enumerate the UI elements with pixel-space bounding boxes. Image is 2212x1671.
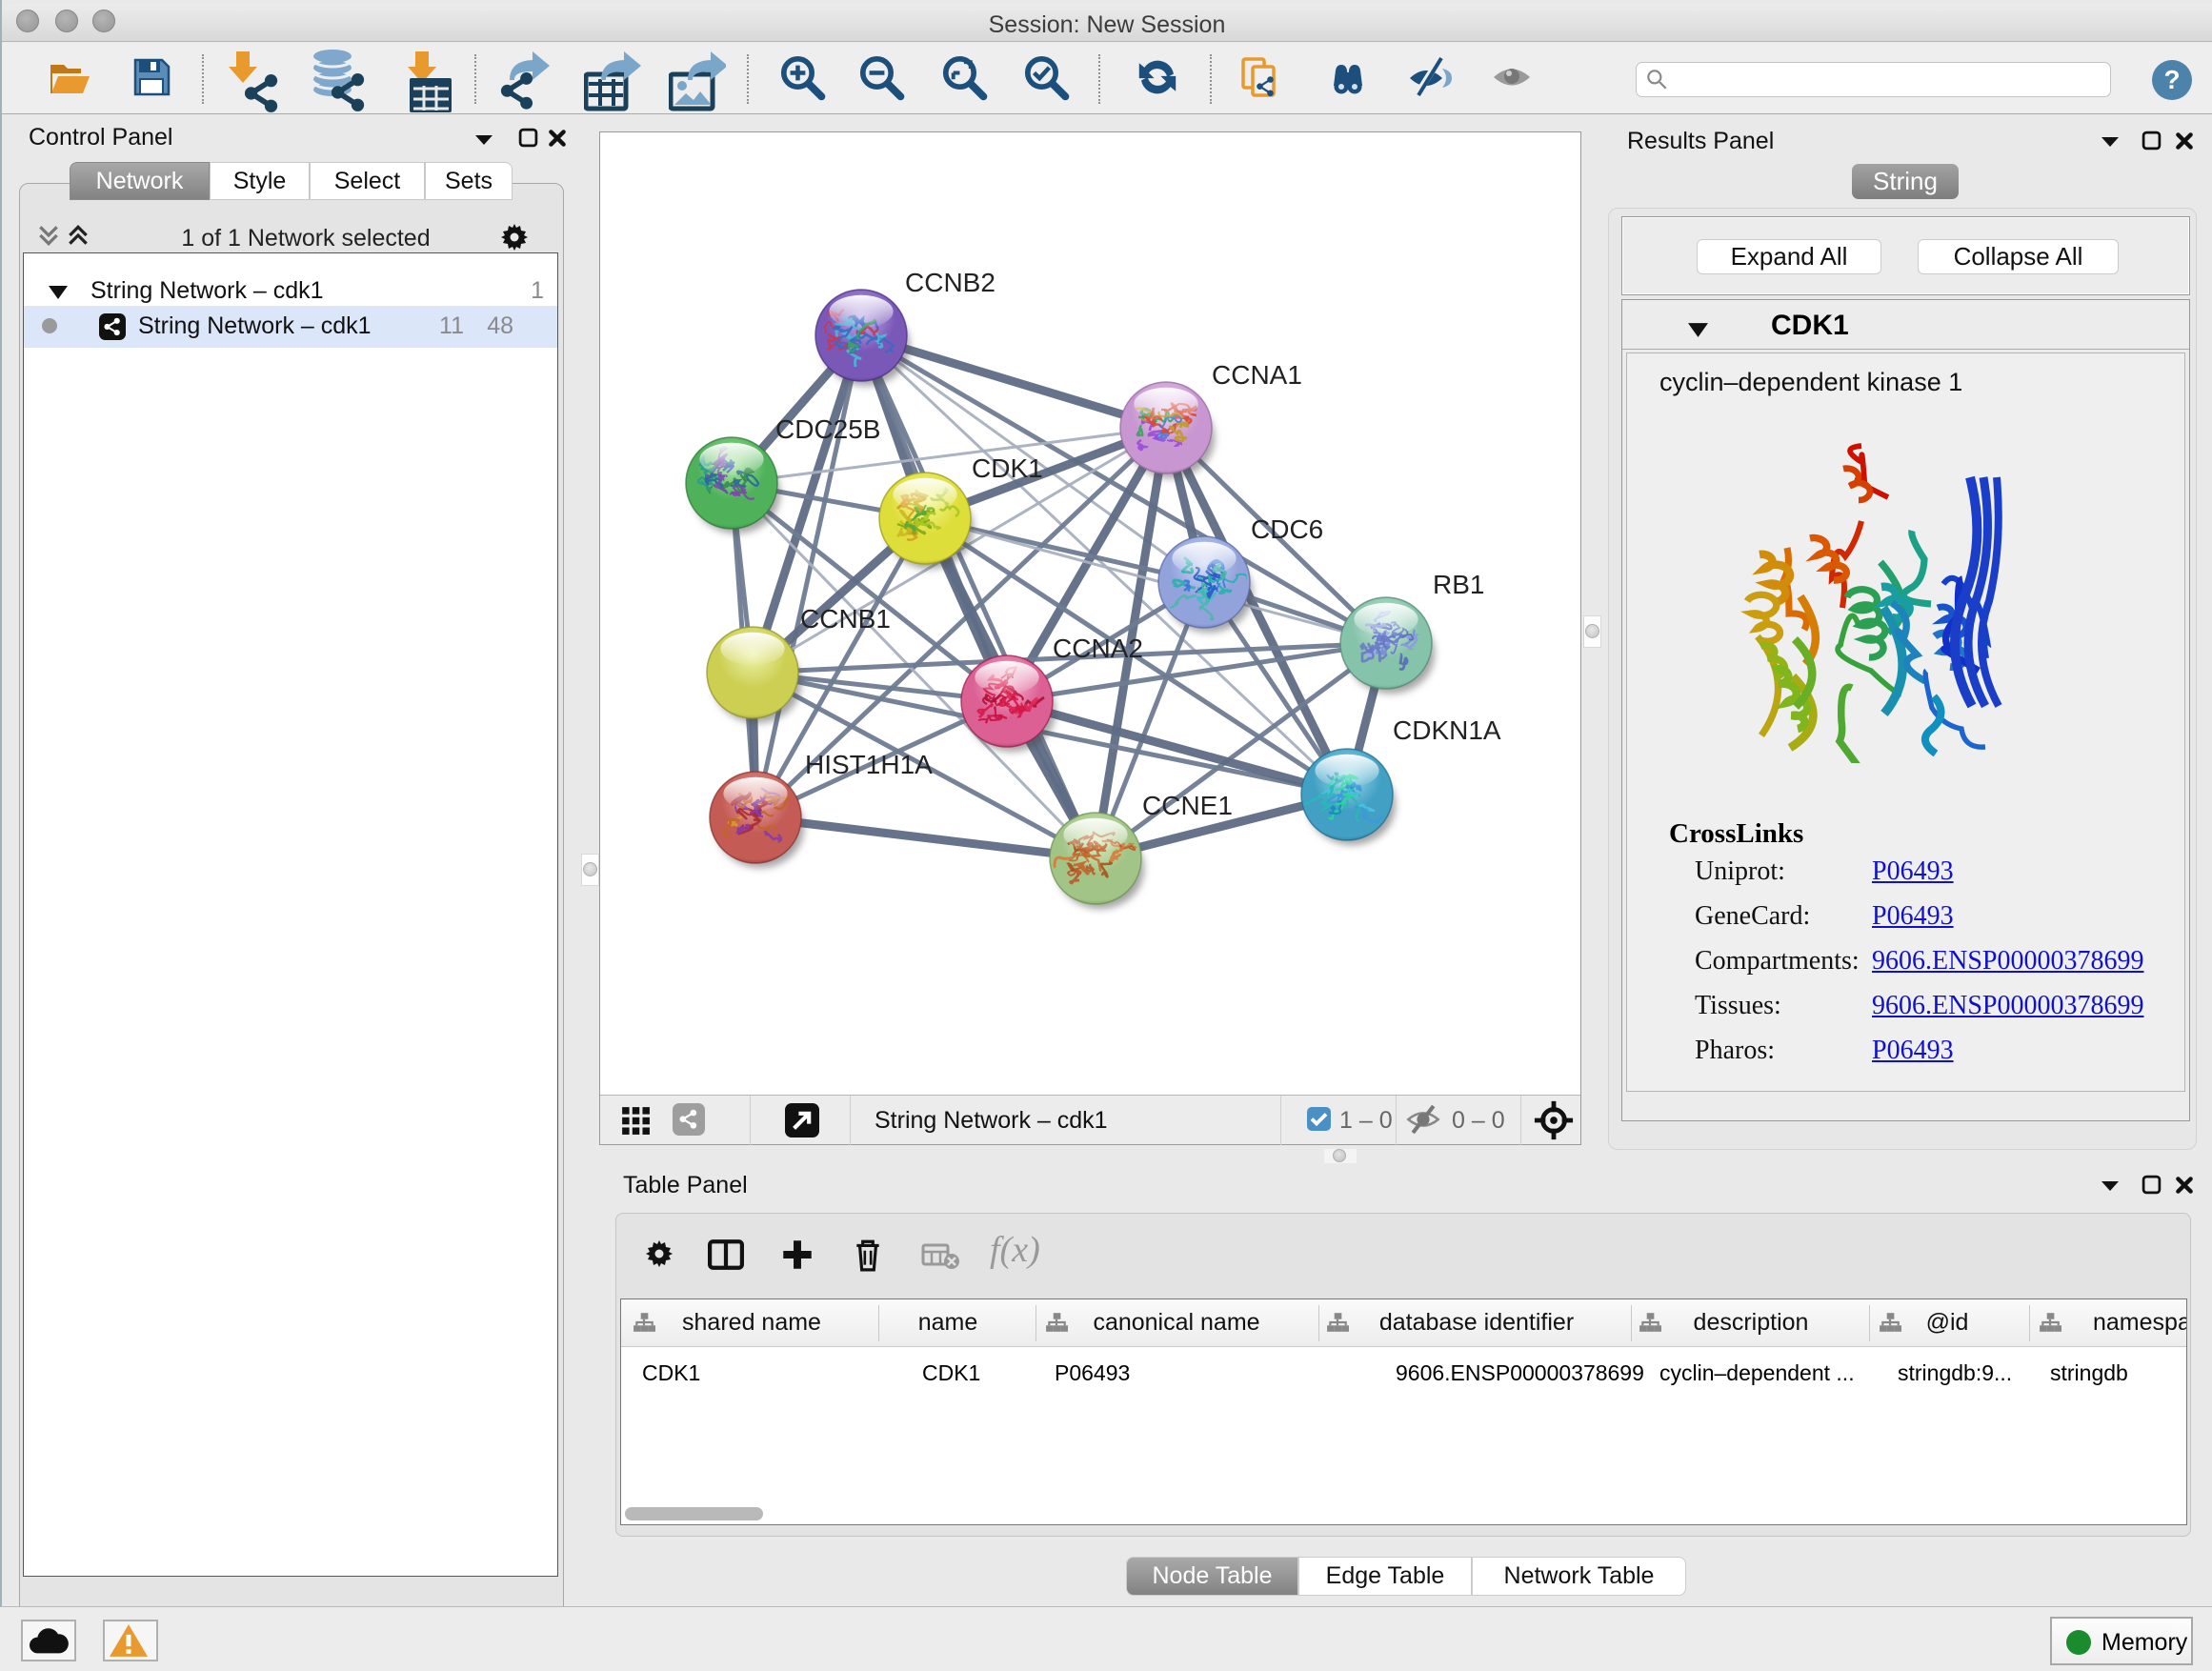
svg-text:?: ? — [2163, 65, 2180, 94]
